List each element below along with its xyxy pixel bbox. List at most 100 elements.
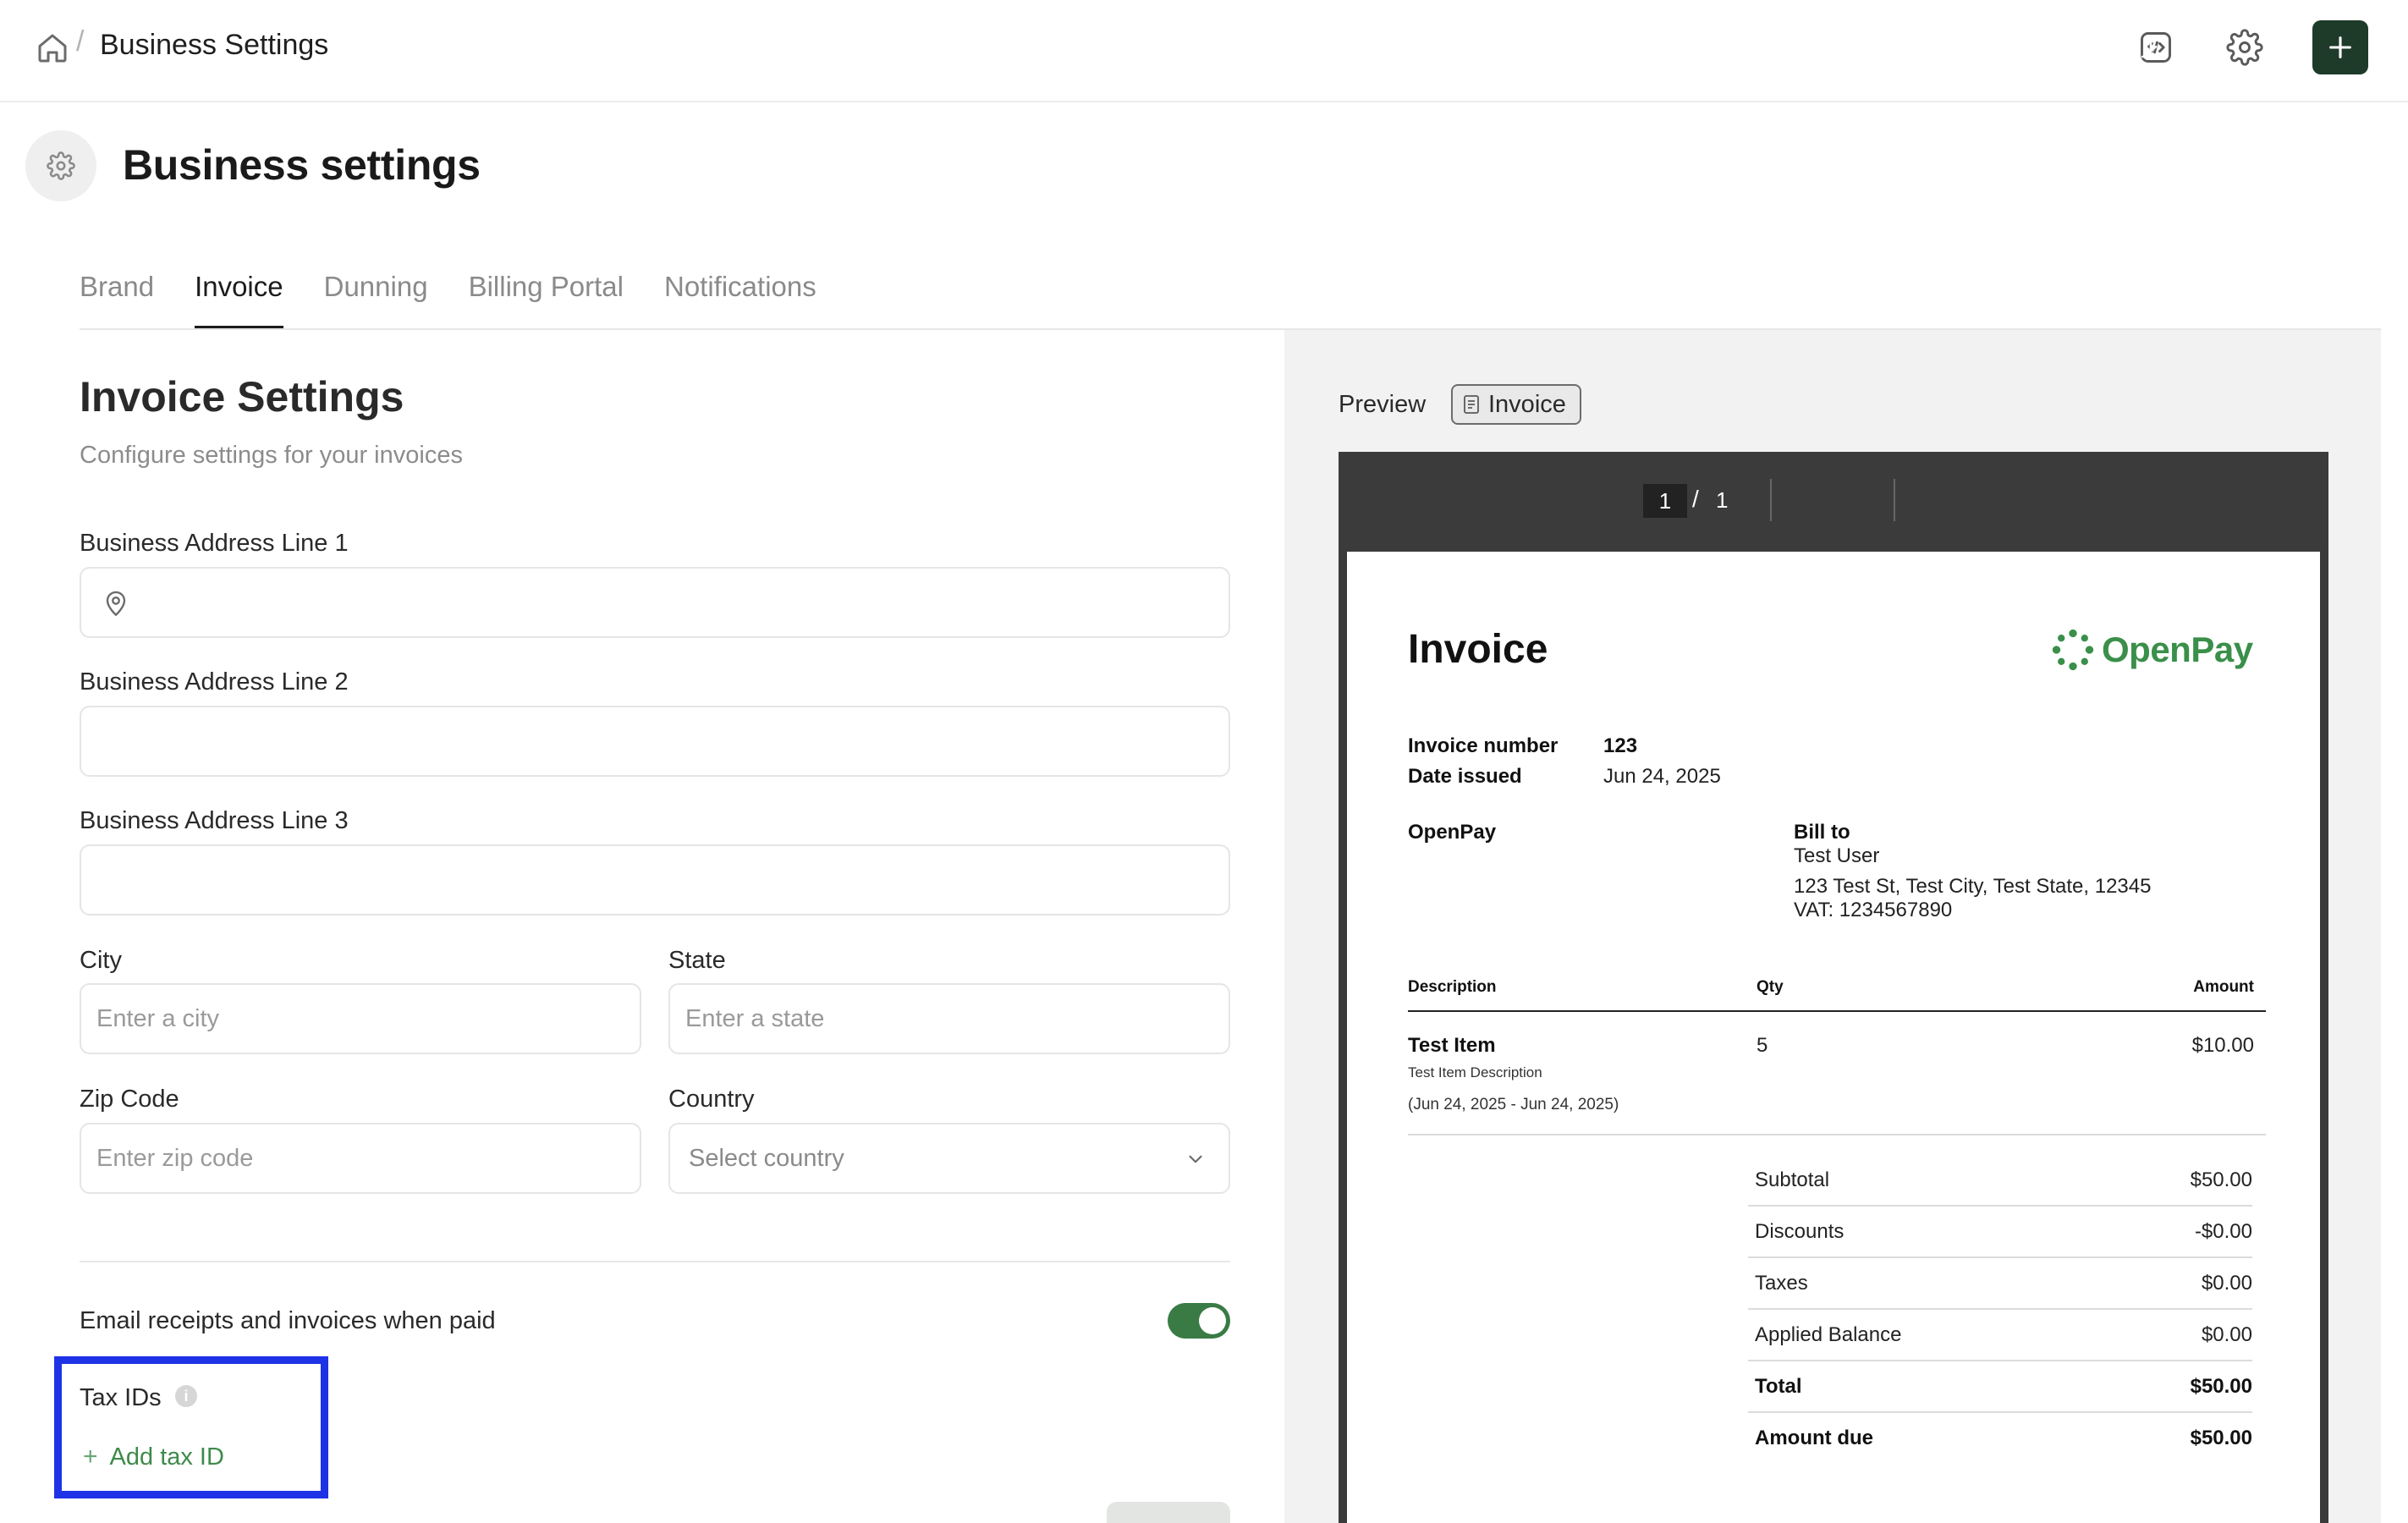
summary-value: $50.00 xyxy=(2190,1168,2252,1191)
top-bar: / Business Settings xyxy=(0,0,2408,102)
summary-row-total: Total $50.00 xyxy=(1748,1361,2252,1413)
summary-value: $0.00 xyxy=(2201,1323,2252,1346)
home-icon[interactable] xyxy=(36,31,69,65)
address-line-3-label: Business Address Line 3 xyxy=(80,807,349,834)
summary-label: Amount due xyxy=(1755,1427,1873,1449)
summary-label: Total xyxy=(1755,1375,1802,1398)
email-receipts-toggle[interactable] xyxy=(1168,1303,1230,1339)
column-amount: Amount xyxy=(2193,978,2254,996)
summary-label: Subtotal xyxy=(1755,1168,1830,1191)
toggle-knob xyxy=(1199,1307,1226,1334)
pdf-menu-button[interactable] xyxy=(1377,33,1408,63)
fit-page-icon xyxy=(1933,36,1949,60)
date-issued-label: Date issued xyxy=(1408,765,1522,788)
summary-row-subtotal: Subtotal $50.00 xyxy=(1748,1155,2252,1207)
city-input[interactable] xyxy=(80,983,641,1054)
toolbar-separator xyxy=(1894,479,1895,521)
tab-brand[interactable]: Brand xyxy=(80,271,154,328)
line-item-name: Test Item xyxy=(1408,1034,1496,1057)
items-divider xyxy=(1408,1134,2266,1135)
city-label: City xyxy=(80,947,122,974)
summary-label: Discounts xyxy=(1755,1220,1844,1243)
pdf-zoom-out-button[interactable] xyxy=(1790,33,1821,63)
invoice-number-label: Invoice number xyxy=(1408,734,1559,757)
email-receipts-label: Email receipts and invoices when paid xyxy=(80,1307,496,1334)
pdf-page-separator: / xyxy=(1692,486,1699,512)
preview-type-chip[interactable]: Invoice xyxy=(1451,384,1581,425)
save-button[interactable] xyxy=(1107,1502,1230,1523)
state-input[interactable] xyxy=(668,983,1230,1054)
address-line-2-label: Business Address Line 2 xyxy=(80,668,349,696)
invoice-title: Invoice xyxy=(1408,627,1548,672)
gear-icon xyxy=(47,151,75,180)
country-label: Country xyxy=(668,1086,755,1113)
pdf-more-button[interactable] xyxy=(2257,33,2288,63)
pdf-download-button[interactable] xyxy=(2136,33,2166,63)
country-select-value: Select country xyxy=(689,1144,844,1172)
line-item-description: Test Item Description xyxy=(1408,1064,1542,1080)
pdf-zoom-in-button[interactable] xyxy=(1844,33,1874,63)
address-line-1-label: Business Address Line 1 xyxy=(80,530,349,557)
table-header-divider xyxy=(1408,1010,2266,1012)
tab-billing-portal[interactable]: Billing Portal xyxy=(469,271,624,328)
page-icon xyxy=(25,130,96,201)
line-item-qty: 5 xyxy=(1757,1034,1768,1057)
seller-name: OpenPay xyxy=(1408,821,1497,844)
breadcrumb-current: Business Settings xyxy=(100,29,329,61)
toolbar-separator xyxy=(1770,479,1772,521)
invoice-number-value: 123 xyxy=(1603,734,1638,757)
summary-row-applied-balance: Applied Balance $0.00 xyxy=(1748,1310,2252,1361)
pdf-print-button[interactable] xyxy=(2196,33,2227,63)
app-root: / Business Settings Business settings Br… xyxy=(0,0,2408,1523)
page-title: Business settings xyxy=(123,141,481,189)
zip-code-input[interactable] xyxy=(80,1123,641,1194)
address-line-1-input[interactable] xyxy=(80,567,1230,638)
country-select[interactable]: Select country xyxy=(668,1123,1230,1194)
summary-value: $50.00 xyxy=(2190,1427,2252,1449)
summary-label: Applied Balance xyxy=(1755,1323,1902,1346)
line-item-period: (Jun 24, 2025 - Jun 24, 2025) xyxy=(1408,1096,1619,1113)
location-pin-icon xyxy=(106,591,126,616)
column-qty: Qty xyxy=(1757,978,1784,996)
create-new-button[interactable] xyxy=(2312,20,2368,74)
chevron-down-icon xyxy=(1189,1155,1202,1163)
pdf-viewer-toolbar xyxy=(1339,452,2328,548)
preview-label: Preview xyxy=(1339,391,1427,418)
tab-invoice[interactable]: Invoice xyxy=(195,271,283,328)
printer-icon xyxy=(2200,36,2224,60)
highlight-box xyxy=(54,1356,328,1498)
summary-value: $0.00 xyxy=(2201,1272,2252,1295)
state-label: State xyxy=(668,947,726,974)
preview-chip-label: Invoice xyxy=(1488,390,1566,418)
address-line-3-input[interactable] xyxy=(80,844,1230,915)
download-icon xyxy=(2141,38,2161,58)
pdf-fit-page-button[interactable] xyxy=(1926,33,1956,63)
openpay-logo-icon xyxy=(2052,629,2094,671)
form-subtitle: Configure settings for your invoices xyxy=(80,442,463,469)
summary-value: $50.00 xyxy=(2190,1375,2252,1398)
minus-icon xyxy=(1797,47,1814,50)
line-item-amount: $10.00 xyxy=(2191,1034,2254,1057)
form-divider xyxy=(80,1261,1230,1262)
summary-row-discounts: Discounts -$0.00 xyxy=(1748,1207,2252,1258)
tab-notifications[interactable]: Notifications xyxy=(664,271,816,328)
bill-to-name: Test User xyxy=(1794,844,1880,867)
tab-dunning[interactable]: Dunning xyxy=(324,271,428,328)
summary-row-taxes: Taxes $0.00 xyxy=(1748,1258,2252,1310)
bill-to-label: Bill to xyxy=(1794,821,1850,844)
document-icon xyxy=(1464,395,1479,414)
date-issued-value: Jun 24, 2025 xyxy=(1603,765,1721,788)
pdf-page-total: 1 xyxy=(1716,487,1729,513)
rotate-icon xyxy=(1985,36,2005,58)
summary-label: Taxes xyxy=(1755,1272,1808,1295)
hamburger-menu-icon xyxy=(1383,41,1403,55)
settings-tabs: Brand Invoice Dunning Billing Portal Not… xyxy=(80,271,857,328)
openpay-logo: OpenPay xyxy=(2051,628,2253,672)
summary-value: -$0.00 xyxy=(2194,1220,2252,1243)
openpay-logo-text: OpenPay xyxy=(2102,630,2253,669)
pdf-page-input[interactable]: 1 xyxy=(1643,484,1687,518)
pdf-rotate-button[interactable] xyxy=(1980,33,2010,63)
address-line-2-input[interactable] xyxy=(80,706,1230,777)
bill-to-vat: VAT: 1234567890 xyxy=(1794,899,1953,921)
form-title: Invoice Settings xyxy=(80,373,404,421)
